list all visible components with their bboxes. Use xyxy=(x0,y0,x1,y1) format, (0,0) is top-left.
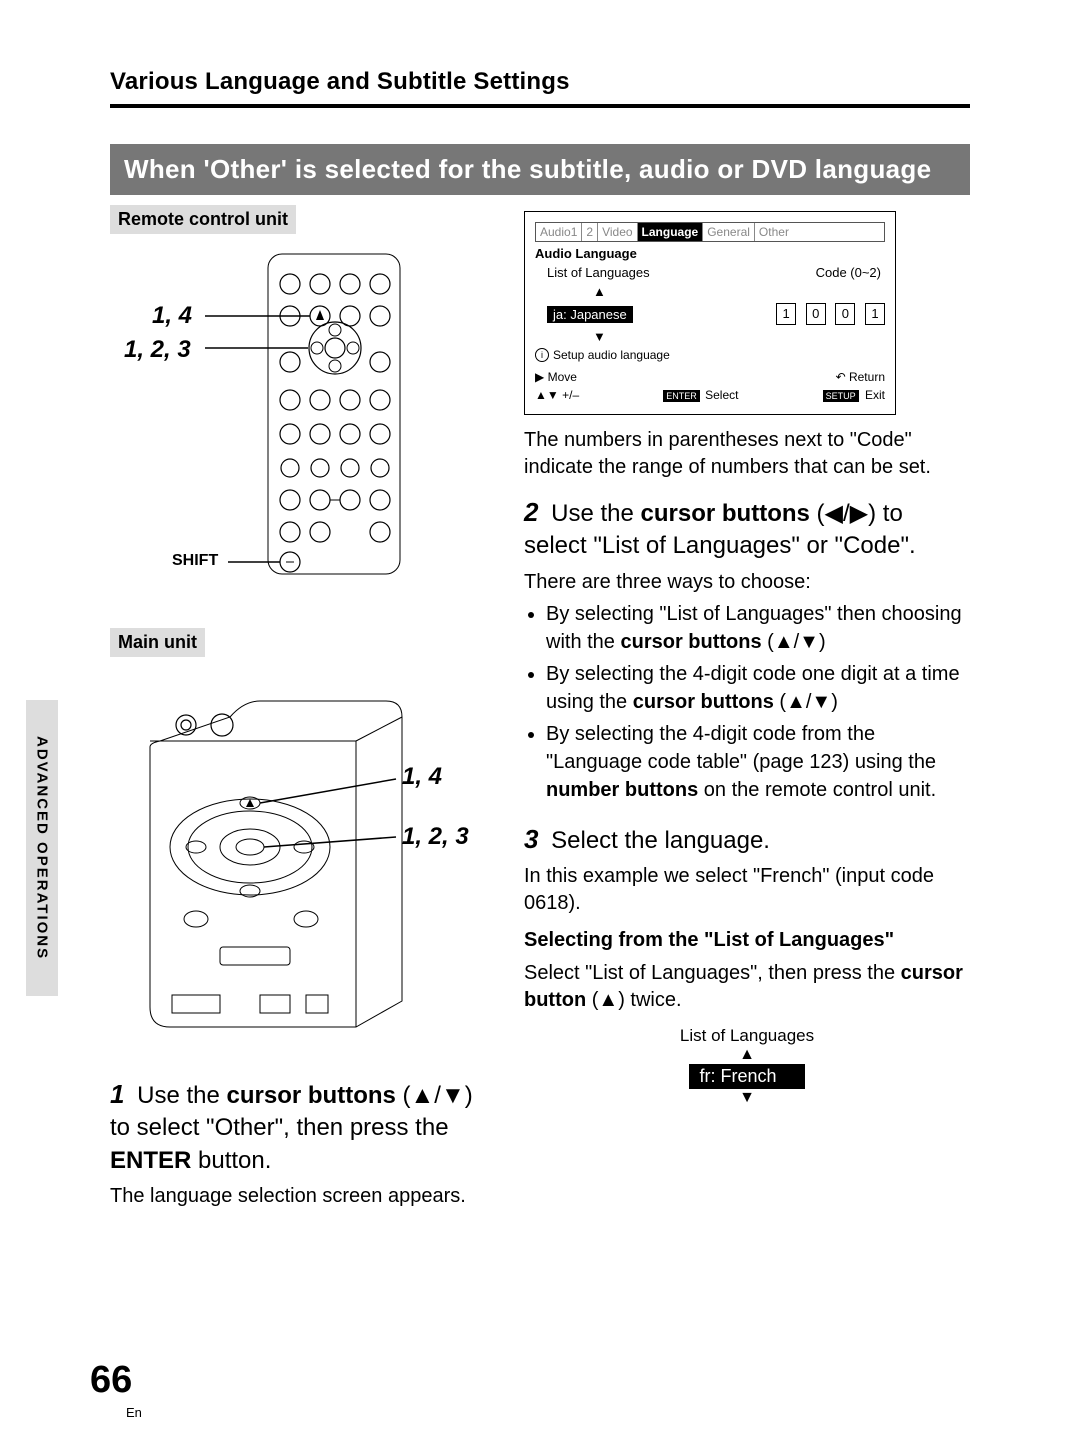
step-3: 3 Select the language. In this example w… xyxy=(524,822,970,1107)
lang-list-value: fr: French xyxy=(689,1064,804,1089)
page-lang: En xyxy=(126,1405,142,1420)
topic-bar: When 'Other' is selected for the subtitl… xyxy=(110,144,970,195)
osd-tab-2: 2 xyxy=(582,223,598,241)
osd-info: Setup audio language xyxy=(553,348,670,362)
step-3-sub: Selecting from the "List of Languages" xyxy=(524,927,970,954)
updown-icon: ▲▼ xyxy=(535,388,559,402)
callout-1-2-3: 1, 2, 3 xyxy=(124,336,191,364)
info-icon: i xyxy=(535,348,549,362)
remote-figure: 1, 4 1, 2, 3 SHIFT xyxy=(110,244,490,604)
up-arrow-icon: ▲ xyxy=(524,1046,970,1064)
step-1-body: The language selection screen appears. xyxy=(110,1183,490,1210)
osd-tab-language: Language xyxy=(638,223,704,241)
main-unit-label: Main unit xyxy=(110,628,205,657)
header-rule xyxy=(110,104,970,108)
step-3-body: In this example we select "French" (inpu… xyxy=(524,863,970,917)
osd-list-label: List of Languages xyxy=(547,265,650,280)
step-2-intro: There are three ways to choose: xyxy=(524,569,970,596)
osd-heading: Audio Language xyxy=(535,246,885,261)
step-1-number: 1 xyxy=(110,1079,124,1109)
osd-code-label: Code (0~2) xyxy=(816,265,881,280)
code-digit-2: 0 xyxy=(806,303,826,325)
code-digit-3: 0 xyxy=(835,303,855,325)
osd-tab-audio1: Audio1 xyxy=(536,223,582,241)
down-arrow-icon: ▼ xyxy=(593,329,606,344)
lang-list-figure: List of Languages ▲ fr: French ▼ xyxy=(524,1026,970,1107)
play-icon: ▶ xyxy=(535,370,544,384)
lang-list-caption: List of Languages xyxy=(524,1026,970,1046)
shift-label: SHIFT xyxy=(172,552,218,570)
down-arrow-icon: ▼ xyxy=(524,1089,970,1107)
osd-tabs: Audio1 2 Video Language General Other xyxy=(535,222,885,242)
step-2: 2 Use the cursor buttons (◀/▶) to select… xyxy=(524,495,970,804)
section-title: Various Language and Subtitle Settings xyxy=(110,68,970,96)
main-unit-figure: 1, 4 1, 2, 3 xyxy=(110,677,490,1047)
osd-tab-video: Video xyxy=(598,223,637,241)
callout-1-4: 1, 4 xyxy=(152,302,192,330)
step-2-number: 2 xyxy=(524,497,538,527)
main-callout-1-2-3: 1, 2, 3 xyxy=(402,823,469,851)
code-digit-4: 1 xyxy=(865,303,885,325)
enter-badge: ENTER xyxy=(663,390,700,402)
return-icon: ↶ xyxy=(836,370,846,384)
osd-tab-general: General xyxy=(703,223,755,241)
step-3-number: 3 xyxy=(524,824,538,854)
step-1: 1 Use the cursor buttons (▲/▼) to select… xyxy=(110,1077,490,1210)
osd-selected-lang: ja: Japanese xyxy=(547,306,633,323)
osd-tab-other: Other xyxy=(755,223,793,241)
code-digit-1: 1 xyxy=(776,303,796,325)
side-tab: ADVANCED OPERATIONS xyxy=(26,700,58,996)
up-arrow-icon: ▲ xyxy=(593,284,606,299)
remote-label: Remote control unit xyxy=(110,205,296,234)
step-2-options: By selecting "List of Languages" then ch… xyxy=(524,600,970,804)
osd-screenshot: Audio1 2 Video Language General Other Au… xyxy=(524,211,896,415)
post-osd-note: The numbers in parentheses next to "Code… xyxy=(524,427,970,481)
setup-badge: SETUP xyxy=(823,390,859,402)
main-callout-1-4: 1, 4 xyxy=(402,763,442,791)
page-number: 66 xyxy=(90,1359,132,1402)
